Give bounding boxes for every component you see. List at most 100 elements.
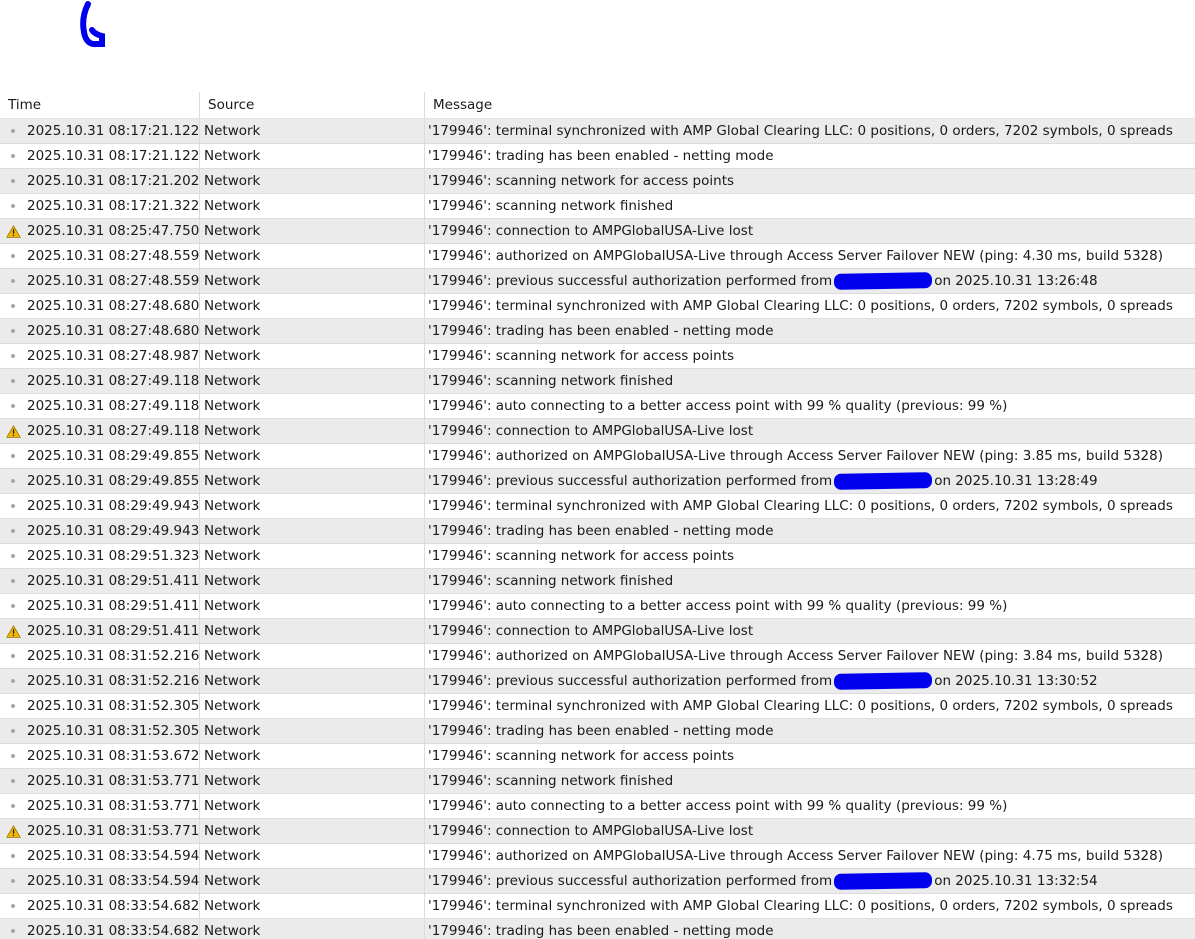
- time-text: 2025.10.31 08:27:48.559: [27, 273, 200, 289]
- table-row[interactable]: 2025.10.31 08:31:53.771 Network '179946': …: [0, 819, 1195, 844]
- column-header-message[interactable]: Message: [425, 92, 1195, 118]
- table-row[interactable]: 2025.10.31 08:31:52.305 Network '179946': …: [0, 719, 1195, 744]
- source-cell: Network: [200, 644, 425, 668]
- table-row[interactable]: 2025.10.31 08:27:48.559 Network '179946': …: [0, 244, 1195, 269]
- info-dot-icon: [4, 294, 22, 318]
- source-cell: Network: [200, 144, 425, 168]
- table-row[interactable]: 2025.10.31 08:17:21.122 Network '179946': …: [0, 144, 1195, 169]
- message-text: '179946': trading has been enabled - net…: [428, 323, 774, 339]
- table-row[interactable]: 2025.10.31 08:29:51.411 Network '179946': …: [0, 569, 1195, 594]
- message-tail-text: on 2025.10.31 13:30:52: [934, 673, 1098, 689]
- table-row[interactable]: 2025.10.31 08:17:21.122 Network '179946': …: [0, 119, 1195, 144]
- table-row[interactable]: 2025.10.31 08:29:49.855 Network '179946': …: [0, 444, 1195, 469]
- table-row[interactable]: 2025.10.31 08:17:21.202 Network '179946': …: [0, 169, 1195, 194]
- time-cell: 2025.10.31 08:27:49.118: [0, 394, 200, 418]
- table-row[interactable]: 2025.10.31 08:27:48.680 Network '179946': …: [0, 294, 1195, 319]
- info-dot-icon: [4, 769, 22, 793]
- source-cell: Network: [200, 444, 425, 468]
- table-row[interactable]: 2025.10.31 08:27:49.118 Network '179946': …: [0, 369, 1195, 394]
- message-tail-text: on 2025.10.31 13:32:54: [934, 873, 1098, 889]
- source-cell: Network: [200, 394, 425, 418]
- message-text: '179946': trading has been enabled - net…: [428, 523, 774, 539]
- dot-icon: [11, 479, 15, 483]
- table-row[interactable]: 2025.10.31 08:33:54.594 Network '179946': …: [0, 869, 1195, 894]
- message-cell: '179946': trading has been enabled - net…: [425, 919, 1195, 939]
- column-header-source[interactable]: Source: [200, 92, 425, 118]
- message-text: '179946': terminal synchronized with AMP…: [428, 123, 1173, 139]
- table-row[interactable]: 2025.10.31 08:17:21.322 Network '179946': …: [0, 194, 1195, 219]
- dot-icon: [11, 204, 15, 208]
- source-cell: Network: [200, 569, 425, 593]
- source-cell: Network: [200, 269, 425, 293]
- table-row[interactable]: 2025.10.31 08:27:48.680 Network '179946': …: [0, 319, 1195, 344]
- table-row[interactable]: 2025.10.31 08:31:53.672 Network '179946': …: [0, 744, 1195, 769]
- time-cell: 2025.10.31 08:27:48.987: [0, 344, 200, 368]
- message-cell: '179946': authorized on AMPGlobalUSA-Liv…: [425, 244, 1195, 268]
- table-row[interactable]: 2025.10.31 08:29:49.943 Network '179946': …: [0, 494, 1195, 519]
- dot-icon: [11, 679, 15, 683]
- message-tail-text: on 2025.10.31 13:28:49: [934, 473, 1098, 489]
- time-cell: 2025.10.31 08:31:53.771: [0, 819, 200, 843]
- dot-icon: [11, 704, 15, 708]
- table-row[interactable]: 2025.10.31 08:31:52.216 Network '179946': …: [0, 669, 1195, 694]
- table-row[interactable]: 2025.10.31 08:31:52.305 Network '179946': …: [0, 694, 1195, 719]
- dot-icon: [11, 879, 15, 883]
- table-row[interactable]: 2025.10.31 08:27:48.559 Network '179946': …: [0, 269, 1195, 294]
- message-text: '179946': trading has been enabled - net…: [428, 148, 774, 164]
- message-text: '179946': connection to AMPGlobalUSA-Liv…: [428, 423, 754, 439]
- table-row[interactable]: 2025.10.31 08:33:54.594 Network '179946': …: [0, 844, 1195, 869]
- message-text: '179946': auto connecting to a better ac…: [428, 398, 1008, 414]
- dot-icon: [11, 404, 15, 408]
- source-cell: Network: [200, 819, 425, 843]
- redaction-mark: [834, 872, 933, 890]
- table-row[interactable]: 2025.10.31 08:29:51.411 Network '179946': …: [0, 594, 1195, 619]
- table-row[interactable]: 2025.10.31 08:27:48.987 Network '179946': …: [0, 344, 1195, 369]
- time-text: 2025.10.31 08:31:53.771: [27, 798, 200, 814]
- table-row[interactable]: 2025.10.31 08:29:49.943 Network '179946': …: [0, 519, 1195, 544]
- time-text: 2025.10.31 08:17:21.202: [27, 173, 200, 189]
- time-cell: 2025.10.31 08:27:48.680: [0, 319, 200, 343]
- warning-icon: [4, 419, 22, 443]
- info-dot-icon: [4, 844, 22, 868]
- dot-icon: [11, 654, 15, 658]
- time-cell: 2025.10.31 08:33:54.594: [0, 844, 200, 868]
- table-row[interactable]: 2025.10.31 08:31:52.216 Network '179946': …: [0, 644, 1195, 669]
- info-dot-icon: [4, 894, 22, 918]
- message-cell: '179946': connection to AMPGlobalUSA-Liv…: [425, 819, 1195, 843]
- time-cell: 2025.10.31 08:17:21.122: [0, 119, 200, 143]
- message-text: '179946': terminal synchronized with AMP…: [428, 898, 1173, 914]
- source-cell: Network: [200, 419, 425, 443]
- time-cell: 2025.10.31 08:31:52.216: [0, 669, 200, 693]
- table-row[interactable]: 2025.10.31 08:29:51.323 Network '179946': …: [0, 544, 1195, 569]
- table-row[interactable]: 2025.10.31 08:31:53.771 Network '179946': …: [0, 769, 1195, 794]
- source-cell: Network: [200, 669, 425, 693]
- table-row[interactable]: 2025.10.31 08:31:53.771 Network '179946': …: [0, 794, 1195, 819]
- time-text: 2025.10.31 08:27:49.118: [27, 423, 200, 439]
- message-cell: '179946': terminal synchronized with AMP…: [425, 294, 1195, 318]
- dot-icon: [11, 529, 15, 533]
- column-header-time[interactable]: Time: [0, 92, 200, 118]
- table-row[interactable]: 2025.10.31 08:29:51.411 Network '179946': …: [0, 619, 1195, 644]
- dot-icon: [11, 254, 15, 258]
- message-text: '179946': previous successful authorizat…: [428, 673, 833, 689]
- top-blank-area: [0, 0, 1195, 92]
- table-row[interactable]: 2025.10.31 08:27:49.118 Network '179946': …: [0, 419, 1195, 444]
- message-text: '179946': scanning network finished: [428, 573, 674, 589]
- pen-scribble-mark: [80, 1, 105, 48]
- info-dot-icon: [4, 244, 22, 268]
- source-cell: Network: [200, 119, 425, 143]
- message-text: '179946': connection to AMPGlobalUSA-Liv…: [428, 223, 754, 239]
- table-row[interactable]: 2025.10.31 08:33:54.682 Network '179946': …: [0, 894, 1195, 919]
- time-text: 2025.10.31 08:31:53.771: [27, 823, 200, 839]
- table-row[interactable]: 2025.10.31 08:27:49.118 Network '179946': …: [0, 394, 1195, 419]
- time-text: 2025.10.31 08:27:48.680: [27, 323, 200, 339]
- table-row[interactable]: 2025.10.31 08:33:54.682 Network '179946': …: [0, 919, 1195, 939]
- dot-icon: [11, 579, 15, 583]
- table-row[interactable]: 2025.10.31 08:29:49.855 Network '179946': …: [0, 469, 1195, 494]
- message-cell: '179946': scanning network finished: [425, 194, 1195, 218]
- dot-icon: [11, 504, 15, 508]
- dot-icon: [11, 604, 15, 608]
- time-cell: 2025.10.31 08:33:54.682: [0, 894, 200, 918]
- table-row[interactable]: 2025.10.31 08:25:47.750 Network '179946': …: [0, 219, 1195, 244]
- warning-icon: [4, 619, 22, 643]
